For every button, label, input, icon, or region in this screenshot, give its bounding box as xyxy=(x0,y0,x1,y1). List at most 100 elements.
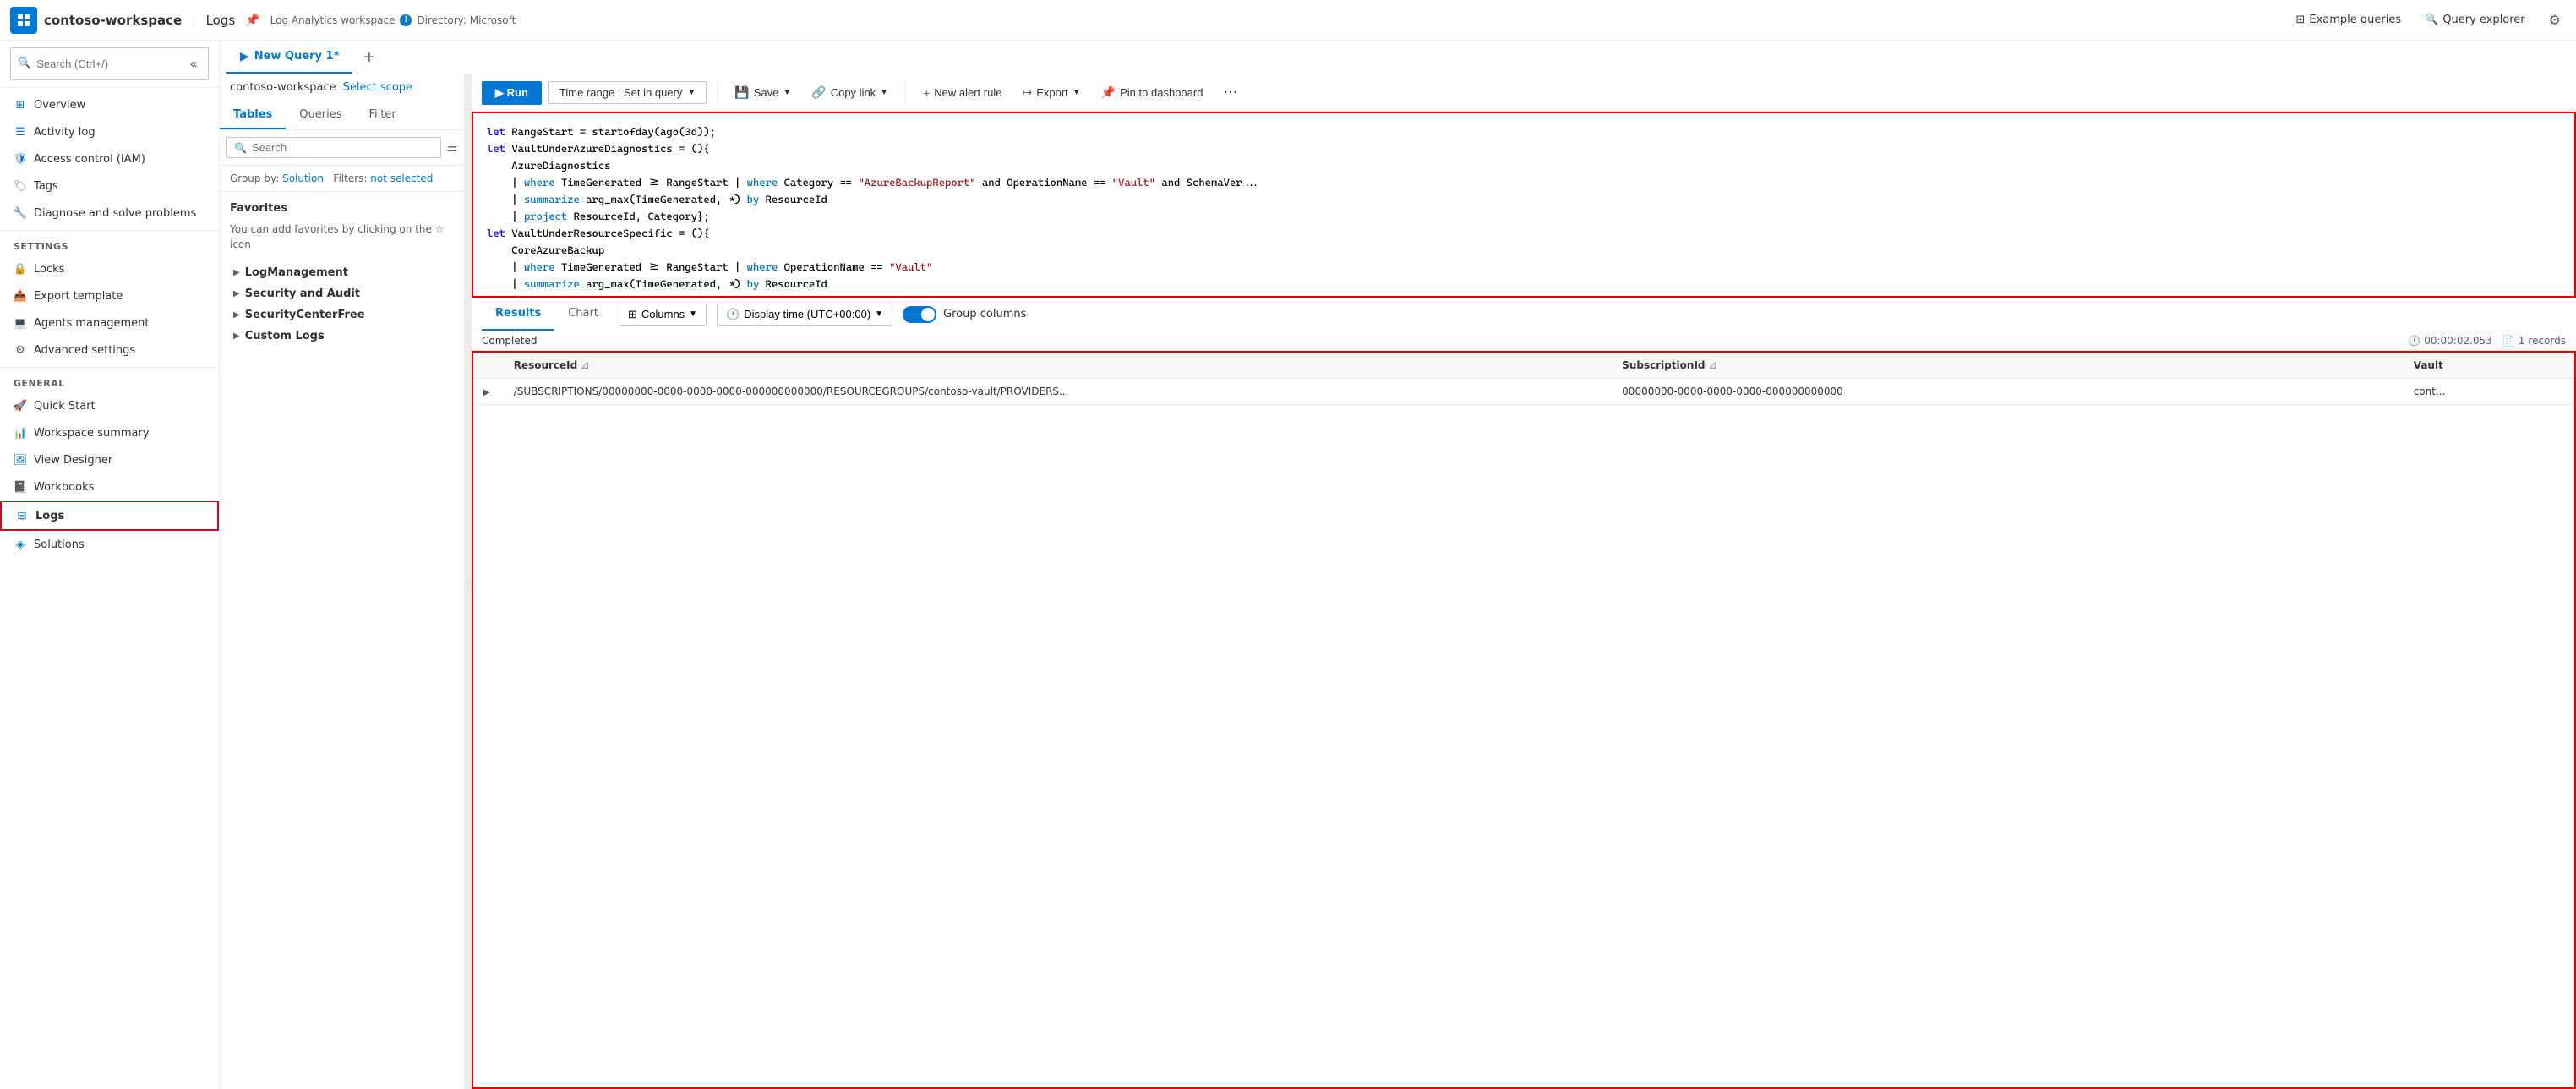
logmanagement-arrow-icon: ▶ xyxy=(233,268,240,277)
export-icon: ↦ xyxy=(1022,85,1032,100)
sidebar-item-diagnose[interactable]: 🔧 Diagnose and solve problems xyxy=(0,200,219,227)
columns-button[interactable]: ⊞ Columns ▼ xyxy=(619,304,707,326)
left-tab-filter[interactable]: Filter xyxy=(355,101,409,129)
query-editor[interactable]: let RangeStart = startofday(ago(3d)); le… xyxy=(472,112,2576,298)
tree-item-custom-logs[interactable]: ▶ Custom Logs xyxy=(230,326,454,347)
logs-icon: ⊟ xyxy=(15,509,29,523)
tree-item-security-audit[interactable]: ▶ Security and Audit xyxy=(230,283,454,304)
query-line-7: let VaultUnderResourceSpecific = (){ xyxy=(487,225,2561,242)
sidebar-item-export-template[interactable]: 📤 Export template xyxy=(0,282,219,309)
query-line-2: let VaultUnderAzureDiagnostics = (){ xyxy=(487,140,2561,157)
row-expand-cell[interactable]: ▶ xyxy=(473,379,504,405)
sidebar-item-advanced-settings[interactable]: ⚙ Advanced settings xyxy=(0,337,219,364)
sidebar-item-solutions[interactable]: ◈ Solutions xyxy=(0,531,219,558)
time-display-button[interactable]: 🕐 Display time (UTC+00:00) ▼ xyxy=(717,304,892,326)
results-tab-chart[interactable]: Chart xyxy=(554,298,612,331)
sidebar-item-logs[interactable]: ⊟ Logs xyxy=(0,501,219,531)
query-tab-label: New Query 1* xyxy=(254,50,340,63)
query-tab-new-query[interactable]: ▶ New Query 1* xyxy=(226,41,352,74)
favorites-section: Favorites You can add favorites by click… xyxy=(230,202,454,252)
more-options-button[interactable]: ··· xyxy=(1216,79,1244,106)
copy-link-button[interactable]: 🔗 Copy link ▼ xyxy=(805,81,895,104)
sidebar-item-quick-start[interactable]: 🚀 Quick Start xyxy=(0,392,219,419)
main-layout: 🔍 « ⊞ Overview ☰ Activity log 🛡 Access c… xyxy=(0,41,2576,1089)
execution-time-value: 00:00:02.053 xyxy=(2424,335,2492,347)
sidebar-item-access-control[interactable]: 🛡 Access control (IAM) xyxy=(0,145,219,172)
filters-value[interactable]: not selected xyxy=(370,172,433,184)
tags-icon: 🏷 xyxy=(14,179,27,193)
sidebar-item-locks[interactable]: 🔒 Locks xyxy=(0,255,219,282)
sidebar-item-activity-log-label: Activity log xyxy=(34,126,96,139)
row-expand-icon[interactable]: ▶ xyxy=(483,388,490,397)
sidebar-item-workbooks[interactable]: 📓 Workbooks xyxy=(0,473,219,501)
sidebar-search-box[interactable]: 🔍 « xyxy=(10,47,209,80)
collapse-sidebar-button[interactable]: « xyxy=(186,52,201,75)
custom-logs-arrow-icon: ▶ xyxy=(233,331,240,341)
tree-item-logmanagement[interactable]: ▶ LogManagement xyxy=(230,262,454,283)
sidebar-item-locks-label: Locks xyxy=(34,263,64,276)
resourceid-filter-icon[interactable]: ⊿ xyxy=(581,359,589,371)
pin-dashboard-button[interactable]: 📌 Pin to dashboard xyxy=(1094,81,1210,104)
pin-icon[interactable]: 📌 xyxy=(245,14,259,27)
quick-start-icon: 🚀 xyxy=(14,399,27,413)
left-tab-tables[interactable]: Tables xyxy=(220,101,286,129)
records-icon: 📄 xyxy=(2502,335,2515,347)
page-title: Logs xyxy=(206,13,236,28)
left-tab-queries[interactable]: Queries xyxy=(286,101,355,129)
tree-item-security-center-free[interactable]: ▶ SecurityCenterFree xyxy=(230,304,454,326)
time-range-button[interactable]: Time range : Set in query ▼ xyxy=(548,81,707,104)
records-count: 📄 1 records xyxy=(2502,335,2566,347)
col-header-vault[interactable]: Vault xyxy=(2404,353,2574,379)
run-button[interactable]: ▶ Run xyxy=(482,81,542,105)
workbooks-icon: 📓 xyxy=(14,480,27,494)
time-range-dropdown-icon: ▼ xyxy=(687,88,696,97)
query-line-6: | project ResourceId, Category}; xyxy=(487,208,2561,225)
group-by-value[interactable]: Solution xyxy=(282,172,324,184)
group-by-label: Group by: xyxy=(230,172,279,184)
save-label: Save xyxy=(754,86,779,99)
info-icon[interactable]: i xyxy=(400,14,412,26)
sidebar-item-workspace-summary[interactable]: 📊 Workspace summary xyxy=(0,419,219,446)
sidebar-item-activity-log[interactable]: ☰ Activity log xyxy=(0,118,219,145)
settings-button[interactable]: ⚙ xyxy=(2544,8,2566,31)
query-explorer-button[interactable]: 🔍 Query explorer xyxy=(2420,10,2530,30)
add-tab-button[interactable]: + xyxy=(352,48,385,66)
sidebar-item-overview[interactable]: ⊞ Overview xyxy=(0,91,219,118)
group-columns-toggle[interactable] xyxy=(903,306,936,323)
gear-icon: ⚙ xyxy=(2549,12,2561,28)
top-bar-subtitle-row: Log Analytics workspace i Directory: Mic… xyxy=(270,14,516,26)
sidebar-item-workspace-summary-label: Workspace summary xyxy=(34,427,150,440)
sidebar-item-agents-management[interactable]: 💻 Agents management xyxy=(0,309,219,337)
tables-search-input[interactable] xyxy=(252,141,434,154)
col-header-expand xyxy=(473,353,504,379)
col-header-resourceid[interactable]: ResourceId ⊿ xyxy=(504,353,1612,379)
agents-management-icon: 💻 xyxy=(14,316,27,330)
example-queries-button[interactable]: ⊞ Example queries xyxy=(2290,10,2406,30)
col-header-subscriptionid[interactable]: SubscriptionId ⊿ xyxy=(1612,353,2404,379)
query-tab-bar: ▶ New Query 1* + xyxy=(220,41,2576,74)
new-alert-rule-label: New alert rule xyxy=(934,86,1001,99)
copy-link-dropdown-icon: ▼ xyxy=(880,88,888,97)
resize-handle[interactable]: ⋮ xyxy=(465,74,472,1089)
tree-item-security-audit-label: Security and Audit xyxy=(245,287,360,300)
favorites-empty-text: You can add favorites by clicking on the… xyxy=(230,222,454,252)
export-button[interactable]: ↦ Export ▼ xyxy=(1015,81,1087,104)
left-panel: contoso-workspace Select scope Tables Qu… xyxy=(220,74,465,1089)
sidebar-item-view-designer[interactable]: 🖼 View Designer xyxy=(0,446,219,473)
filters-label: Filters: xyxy=(333,172,367,184)
sidebar-item-tags[interactable]: 🏷 Tags xyxy=(0,172,219,200)
query-line-1: let RangeStart = startofday(ago(3d)); xyxy=(487,123,2561,140)
pin-dashboard-icon: 📌 xyxy=(1101,85,1116,100)
tree-item-security-center-free-label: SecurityCenterFree xyxy=(245,309,365,321)
filter-icon[interactable]: ⚌ xyxy=(446,141,457,155)
save-button[interactable]: 💾 Save ▼ xyxy=(728,81,798,104)
tables-search-box[interactable]: 🔍 xyxy=(226,137,441,158)
subscriptionid-col-label: SubscriptionId xyxy=(1622,359,1705,371)
select-scope-link[interactable]: Select scope xyxy=(343,81,412,94)
results-tab-results[interactable]: Results xyxy=(482,298,554,331)
search-input[interactable] xyxy=(36,57,181,70)
new-alert-rule-button[interactable]: + New alert rule xyxy=(916,82,1008,104)
row-resourceid-cell: /SUBSCRIPTIONS/00000000-0000-0000-0000-0… xyxy=(504,379,1612,405)
subscriptionid-filter-icon[interactable]: ⊿ xyxy=(1709,359,1717,371)
directory-label: Directory: Microsoft xyxy=(417,14,516,26)
